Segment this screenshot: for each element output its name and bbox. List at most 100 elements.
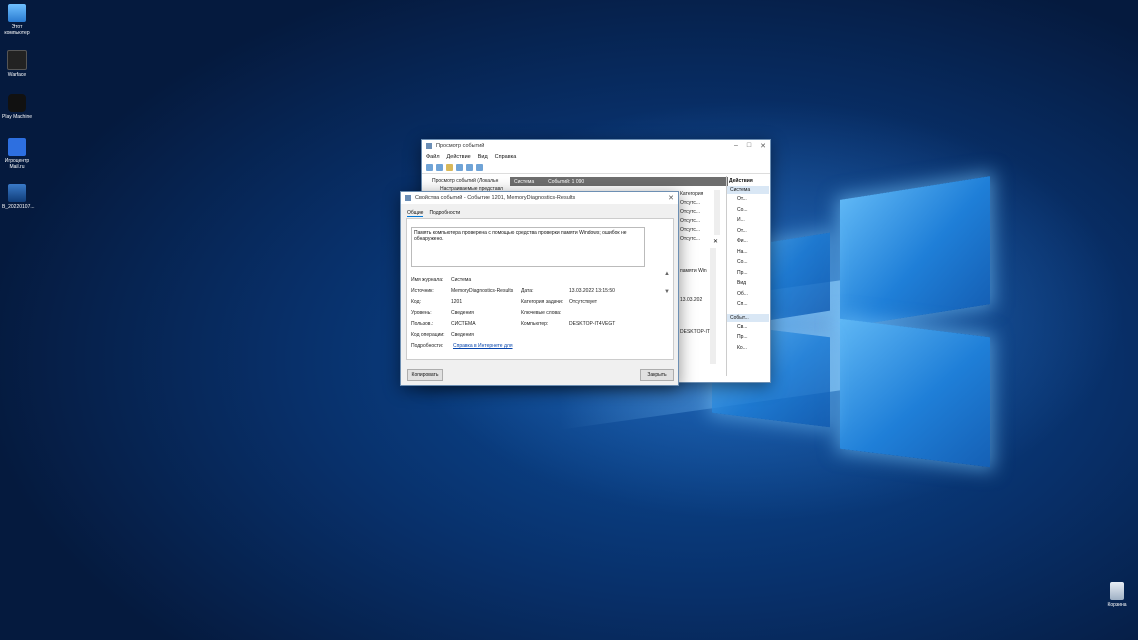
menu-view[interactable]: Вид (478, 154, 488, 160)
desktop-icon-recycle-bin[interactable]: Корзина (1102, 582, 1132, 608)
menu-file[interactable]: Файл (426, 154, 440, 160)
scroll-down-icon[interactable]: ▼ (664, 289, 670, 295)
action-item[interactable]: Об... (737, 289, 769, 300)
help-icon[interactable] (466, 164, 473, 171)
dialog-title: Свойства событий - Событие 1201, MemoryD… (415, 195, 576, 201)
action-item[interactable]: Фи... (737, 236, 769, 247)
actions-section-system[interactable]: Система (727, 186, 769, 194)
log-name: Система (514, 178, 535, 185)
action-item[interactable]: Пр... (737, 332, 769, 343)
action-item[interactable]: И... (737, 215, 769, 226)
detail-close-icon[interactable]: ✕ (713, 238, 718, 245)
desktop-icon-label: Игроцентр Mail.ru (4, 158, 30, 170)
category-label: Категория задачи: (521, 299, 564, 305)
user-value: СИСТЕМА (451, 321, 476, 327)
action-item[interactable]: Сп... (737, 299, 769, 310)
keywords-label: Ключевые слова: (521, 310, 562, 316)
computer-label: Компьютер: (521, 321, 549, 327)
code-label: Код: (411, 299, 421, 305)
log-header: Система Событий: 1 090 (510, 177, 728, 186)
desktop-icon-label: Play Machine (2, 114, 33, 120)
category-value: Отсутствует (569, 299, 598, 305)
action-item[interactable]: Со... (737, 205, 769, 216)
log-count: Событий: 1 090 (548, 178, 585, 185)
maximize-button[interactable]: □ (747, 142, 751, 150)
list-item[interactable]: Отсутс... (680, 200, 700, 206)
detail-fragment: памяти Win (680, 268, 707, 274)
detail-fragment: DESKTOP-IT4 (680, 329, 713, 335)
log-value: Система (451, 277, 472, 283)
dialog-titlebar[interactable]: Свойства событий - Событие 1201, MemoryD… (401, 192, 678, 204)
event-viewer-toolbar (422, 162, 770, 174)
list-scrollbar[interactable] (714, 190, 720, 235)
desktop-icon-label: Этот компьютер (4, 24, 30, 36)
close-dialog-button[interactable]: Закрыть (640, 369, 674, 381)
desktop-icon-play-machine[interactable]: Play Machine (2, 94, 32, 120)
source-value: MemoryDiagnostics-Results (451, 288, 514, 294)
tab-details[interactable]: Подробности (429, 210, 460, 217)
action-item[interactable]: Св... (737, 322, 769, 333)
column-header[interactable]: Категория (680, 191, 703, 197)
desktop-icon-label: B_20220107... (2, 204, 35, 210)
dialog-tab-panel: Память компьютера проверена с помощью ср… (406, 218, 674, 360)
detail-fragment: 13.03.202 (680, 297, 703, 303)
code-value: 1201 (451, 299, 463, 305)
computer-icon (8, 4, 26, 22)
desktop-icon-label: Корзина (1107, 602, 1127, 608)
event-viewer-title: Просмотр событий (436, 143, 485, 149)
actions-section-event[interactable]: Событ... (727, 313, 769, 322)
opcode-value: Сведения (451, 332, 474, 338)
desktop-icon-mailru-games[interactable]: Игроцентр Mail.ru (2, 138, 32, 170)
scroll-up-icon[interactable]: ▲ (664, 271, 670, 277)
event-viewer-icon (426, 143, 432, 149)
action-item[interactable]: На... (737, 247, 769, 258)
action-item[interactable]: От... (737, 226, 769, 237)
properties-icon[interactable] (476, 164, 483, 171)
action-item[interactable]: Вид (737, 278, 769, 289)
console-tree-icon[interactable] (456, 164, 463, 171)
action-item[interactable]: Пр... (737, 268, 769, 279)
close-button[interactable]: ✕ (760, 142, 766, 150)
source-label: Источник: (411, 288, 434, 294)
event-message-box[interactable]: Память компьютера проверена с помощью ср… (411, 227, 645, 267)
tree-root[interactable]: Просмотр событий (Локальн (432, 178, 498, 184)
list-item[interactable]: Отсутс... (680, 209, 700, 215)
mailru-games-icon (8, 138, 26, 156)
folder-icon[interactable] (446, 164, 453, 171)
desktop-icon-this-pc[interactable]: Этот компьютер (2, 4, 32, 36)
actions-title: Действия (729, 178, 753, 184)
back-icon[interactable] (426, 164, 433, 171)
event-viewer-titlebar[interactable]: Просмотр событий – □ ✕ (422, 140, 770, 152)
desktop-icon-label: Warface (7, 72, 27, 78)
desktop-icon-warface[interactable]: Warface (2, 50, 32, 78)
list-item[interactable]: Отсутс... (680, 218, 700, 224)
copy-button[interactable]: Копировать (407, 369, 443, 381)
dialog-close-icon[interactable]: ✕ (668, 194, 674, 202)
tab-general[interactable]: Общие (407, 210, 424, 217)
online-help-link[interactable]: Справка в Интернете для (453, 343, 513, 349)
action-item[interactable]: Ко... (737, 343, 769, 354)
actions-list-event: Св... Пр... Ко... (727, 322, 769, 354)
list-item[interactable]: Отсутс... (680, 227, 700, 233)
forward-icon[interactable] (436, 164, 443, 171)
event-properties-dialog: Свойства событий - Событие 1201, MemoryD… (400, 191, 679, 386)
action-item[interactable]: От... (737, 194, 769, 205)
dialog-icon (405, 195, 411, 201)
computer-value: DESKTOP-IT4VEGT (569, 321, 616, 327)
action-item[interactable]: Со... (737, 257, 769, 268)
list-item[interactable]: Отсутс... (680, 236, 700, 242)
detail-scrollbar[interactable] (710, 248, 716, 364)
desktop-icon-screenshot[interactable]: B_20220107... (2, 184, 35, 210)
menu-help[interactable]: Справка (495, 154, 517, 160)
date-value: 13.03.2022 13:15:50 (569, 288, 615, 294)
dialog-tabs: Общие Подробности (407, 210, 460, 217)
log-label: Имя журнала: (411, 277, 444, 283)
minimize-button[interactable]: – (734, 142, 738, 150)
menu-action[interactable]: Действие (447, 154, 471, 160)
warface-icon (7, 50, 27, 70)
screenshot-file-icon (8, 184, 26, 202)
actions-list: От... Со... И... От... Фи... На... Со...… (727, 194, 769, 310)
wallpaper-logo-pane-tl (840, 176, 990, 328)
level-value: Сведения (451, 310, 474, 316)
actions-pane: Действия Система От... Со... И... От... … (726, 176, 769, 376)
